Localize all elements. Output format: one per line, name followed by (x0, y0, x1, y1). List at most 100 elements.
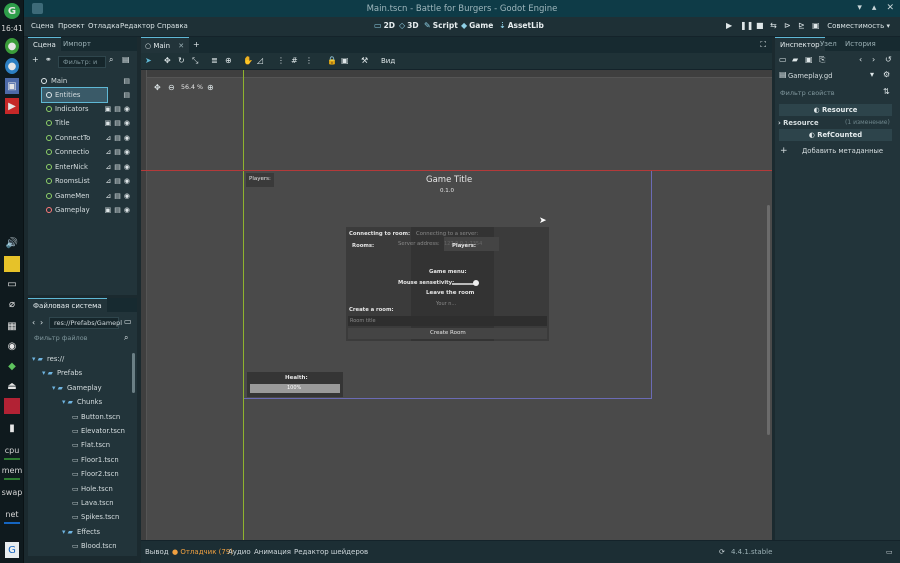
visibility-icons[interactable]: ▣▤◉ (105, 203, 133, 217)
video-icon[interactable]: ▶ (5, 98, 19, 114)
tab-debugger[interactable]: ● Отладчик (79) (172, 548, 233, 556)
search-icon[interactable]: ⌕ (109, 55, 113, 65)
menu-scene[interactable]: Сцена (31, 22, 54, 30)
attachment-icon[interactable]: ⌀ (3, 296, 21, 312)
history-back-icon[interactable]: ‹ (859, 55, 862, 64)
zoom-level[interactable]: 56.4 % (181, 84, 203, 91)
folder-item[interactable]: ▾ ▰ Chunks (28, 395, 137, 409)
tab-animation[interactable]: Анимация (254, 548, 291, 556)
play-scene-icon[interactable]: ⊳ (784, 21, 791, 30)
file-item[interactable]: ▭ Elevator.tscn (28, 424, 137, 438)
pivot-icon[interactable]: ⊕ (225, 56, 232, 65)
tree-node-entities[interactable]: Entities ▤ (28, 87, 137, 103)
file-item[interactable]: ▭ Spikes.tscn (28, 510, 137, 524)
tree-node-roomslist[interactable]: RoomsList ⊿▤◉ (28, 174, 137, 188)
eject-icon[interactable]: ⏏ (3, 378, 21, 394)
add-metadata-button[interactable]: + Добавить метаданные (775, 144, 900, 158)
tab-import[interactable]: Импорт (58, 37, 96, 51)
object-menu-icon[interactable]: ▾ (870, 70, 874, 79)
filter-options-icon[interactable]: ⇅ (883, 87, 890, 96)
folder-item[interactable]: ▾ ▰ res:// (28, 352, 137, 366)
create-room-button[interactable]: Create Room (348, 328, 547, 339)
tree-node-gameplay[interactable]: Gameplay ▣▤◉ (28, 203, 137, 217)
add-tab-icon[interactable]: + (193, 40, 200, 49)
play-icon[interactable]: ▶ (726, 21, 732, 30)
folder-item[interactable]: ▾ ▰ Prefabs (28, 366, 137, 380)
zoom-reset-icon[interactable]: ✥ (154, 83, 161, 92)
add-node-icon[interactable]: + (32, 55, 39, 64)
property-filter-input[interactable]: Фильтр свойств (776, 88, 876, 100)
skeleton-icon[interactable]: ⚒ (361, 56, 368, 65)
menu-help[interactable]: Справка (157, 22, 188, 30)
tab-filesystem[interactable]: Файловая система (28, 298, 107, 312)
menu-editor[interactable]: Редактор (120, 22, 155, 30)
stop-icon[interactable]: ■ (756, 21, 764, 30)
room-title-input[interactable]: Room title (348, 316, 547, 326)
minimize-icon[interactable]: ▾ (857, 3, 862, 13)
visibility-icons[interactable]: ⊿▤◉ (105, 160, 133, 174)
tab-audio[interactable]: Аудио (228, 548, 251, 556)
tree-node-gamemen[interactable]: GameMen ⊿▤◉ (28, 189, 137, 203)
visibility-icons[interactable]: ▣▤◉ (105, 102, 133, 116)
file-filter-input[interactable]: Фильтр файлов (30, 333, 119, 345)
history-forward-icon[interactable]: › (872, 55, 875, 64)
viewport-scrollbar[interactable] (767, 205, 770, 435)
movie-icon[interactable]: ▣ (812, 21, 820, 30)
tree-node-connectio[interactable]: Connectio ⊿▤◉ (28, 145, 137, 159)
grid-snap-icon[interactable]: # (291, 56, 298, 65)
lock-icon[interactable]: 🔒 (327, 56, 337, 65)
copy-icon[interactable]: ⎘ (819, 55, 825, 65)
script-attach-icon[interactable]: ▤ (122, 55, 130, 64)
camera-icon[interactable]: ◉ (3, 338, 21, 354)
open-resource-icon[interactable]: ▰ (792, 55, 798, 64)
zoom-in-icon[interactable]: ⊕ (207, 83, 214, 92)
tab-output[interactable]: Вывод (145, 548, 169, 556)
file-item[interactable]: ▭ Lava.tscn (28, 496, 137, 510)
tab-main-scene[interactable]: ○ Main ✕ (141, 37, 190, 53)
inspected-object[interactable]: Gameplay.gd (788, 69, 868, 83)
refcounted-category-button[interactable]: ◐ RefCounted (779, 129, 892, 141)
play-custom-icon[interactable]: ⊵ (798, 21, 805, 30)
tree-node-enternick[interactable]: EnterNick ⊿▤◉ (28, 160, 137, 174)
scene-filter-input[interactable]: Фильтр: и (58, 56, 106, 68)
maximize-icon[interactable]: ▴ (872, 3, 877, 13)
distraction-free-icon[interactable]: ⛶ (760, 40, 766, 50)
smart-snap-icon[interactable]: ⋮ (277, 56, 285, 65)
path-field[interactable]: res://Prefabs/Gamepl (49, 317, 122, 329)
script-icon[interactable]: ▤ (123, 74, 133, 88)
menu-debug[interactable]: Отладка (88, 22, 120, 30)
battery-icon[interactable]: ▮ (3, 420, 21, 436)
view-menu[interactable]: Вид (381, 57, 395, 65)
apps-icon[interactable]: ▣ (5, 78, 19, 94)
tab-history[interactable]: История (840, 37, 881, 51)
visibility-icons[interactable]: ⊿▤◉ (105, 189, 133, 203)
rotate-tool-icon[interactable]: ↻ (178, 56, 185, 65)
tree-node-connectto[interactable]: ConnectTo ⊿▤◉ (28, 131, 137, 145)
file-item[interactable]: ▭ Button.tscn (28, 410, 137, 424)
resource-category-button[interactable]: ◐ Resource (779, 104, 892, 116)
renderer-select[interactable]: Совместимость ▾ (827, 22, 890, 30)
history-icon[interactable]: ↺ (885, 55, 892, 64)
file-item[interactable]: ▭ Flat.tscn (28, 438, 137, 452)
list-select-icon[interactable]: ≣ (211, 56, 218, 65)
resource-section[interactable]: › Resource (1 изменение) (775, 116, 900, 130)
visibility-icons[interactable]: ⊿▤◉ (105, 174, 133, 188)
file-item[interactable]: ▭ Floor2.tscn (28, 467, 137, 481)
app-launcher-icon[interactable]: G (4, 3, 20, 19)
location-icon[interactable]: ● (5, 38, 19, 54)
folder-item[interactable]: ▾ ▰ Effects (28, 525, 137, 539)
workspace-2d-button[interactable]: ▭ 2D (374, 21, 395, 30)
canvas-viewport[interactable]: ✥ ⊖ 56.4 % ⊕ Players: Game Title 0.1.0 C… (141, 70, 772, 540)
select-tool-icon[interactable]: ➤ (145, 56, 152, 65)
visibility-icons[interactable]: ⊿▤◉ (105, 145, 133, 159)
slider-grabber[interactable] (473, 280, 479, 286)
file-item[interactable]: ▭ Floor1.tscn (28, 453, 137, 467)
tab-scene[interactable]: Сцена (28, 37, 61, 51)
script-icon[interactable]: ▤ (123, 88, 133, 102)
notes-icon[interactable] (4, 256, 20, 272)
tree-node-main[interactable]: Main ▤ (28, 74, 137, 88)
folder-item[interactable]: ▾ ▰ Gameplay (28, 381, 137, 395)
visibility-icons[interactable]: ⊿▤◉ (105, 131, 133, 145)
workspace-script-button[interactable]: ✎ Script (424, 21, 458, 30)
leave-room-button[interactable]: Leave the room (426, 290, 474, 296)
